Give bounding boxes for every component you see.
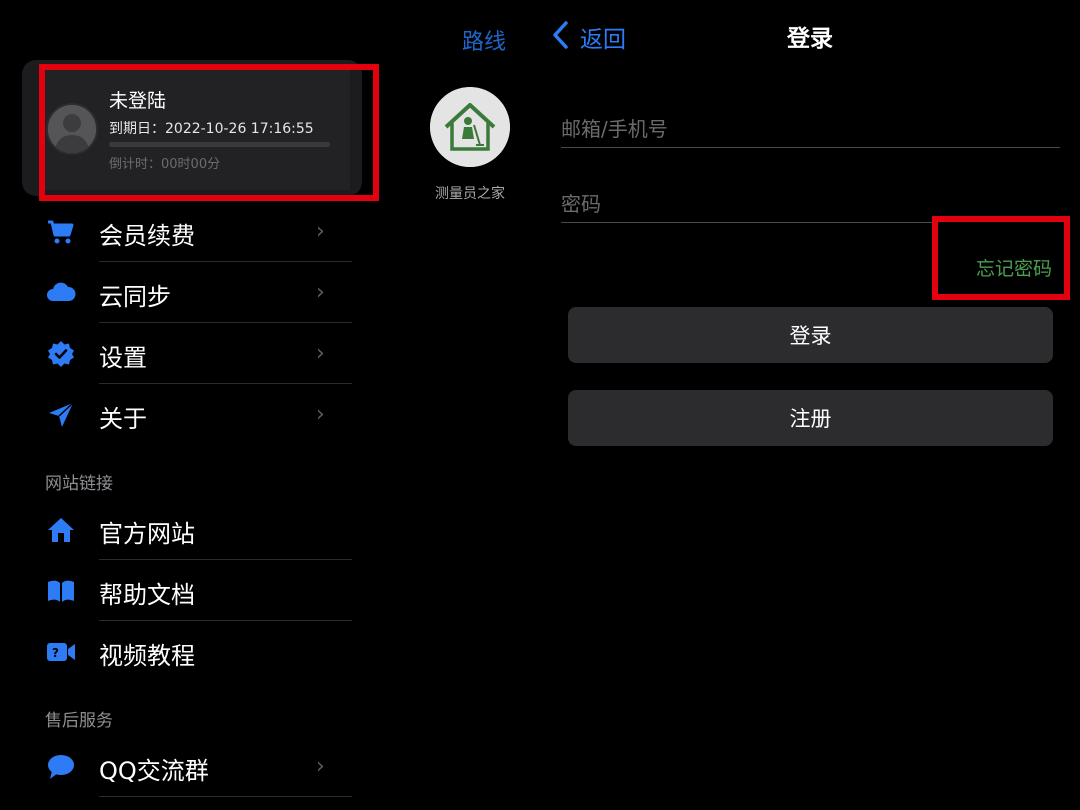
profile-countdown: 倒计时：00时00分 (109, 157, 221, 172)
password-field[interactable] (561, 186, 933, 223)
menu-item-label: 官方网站 (99, 520, 195, 548)
menu-item-cloud-sync[interactable]: 云同步 › (0, 262, 352, 323)
avatar-icon (48, 105, 96, 153)
divider (99, 796, 352, 797)
menu-item-qq-group[interactable]: QQ交流群 › (0, 736, 352, 797)
cloud-icon (46, 279, 76, 307)
menu-item-label: 云同步 (99, 283, 171, 311)
app-logo[interactable] (430, 87, 510, 167)
profile-name: 未登陆 (109, 90, 167, 112)
chevron-right-icon: › (316, 280, 325, 305)
badge-check-icon (46, 340, 76, 368)
app-name: 测量员之家 (435, 186, 505, 202)
profile-progress-bar (109, 142, 330, 147)
chevron-right-icon: › (316, 219, 325, 244)
page-title: 登录 (787, 26, 833, 52)
menu-item-label: 视频教程 (99, 642, 195, 670)
menu-item-label: 关于 (99, 405, 147, 433)
menu-item-label: 会员续费 (99, 222, 195, 250)
menu-item-membership[interactable]: 会员续费 › (0, 201, 352, 262)
menu-item-about[interactable]: 关于 › (0, 384, 352, 445)
chevron-right-icon: › (316, 754, 325, 779)
route-link[interactable]: 路线 (462, 24, 506, 56)
menu-item-video-tutorial[interactable]: ? 视频教程 (0, 621, 352, 682)
register-button[interactable]: 注册 (568, 390, 1053, 446)
section-title-service: 售后服务 (45, 711, 113, 731)
menu-item-settings[interactable]: 设置 › (0, 323, 352, 384)
forgot-password-link[interactable]: 忘记密码 (976, 254, 1052, 281)
section-title-website: 网站链接 (45, 474, 113, 494)
house-logo-icon (430, 87, 510, 167)
home-icon (46, 516, 76, 544)
paper-plane-icon (46, 401, 76, 429)
chevron-left-icon (553, 21, 568, 49)
profile-expiry: 到期日：2022-10-26 17:16:55 (109, 121, 314, 137)
svg-text:?: ? (52, 646, 59, 660)
menu-item-help-docs[interactable]: 帮助文档 (0, 560, 352, 621)
back-label: 返回 (580, 27, 626, 53)
avatar[interactable] (46, 103, 98, 155)
email-phone-field[interactable] (561, 111, 1060, 148)
login-button[interactable]: 登录 (568, 307, 1053, 363)
chevron-right-icon: › (316, 341, 325, 366)
menu-item-label: 帮助文档 (99, 581, 195, 609)
menu-item-label: QQ交流群 (99, 757, 209, 785)
password-input[interactable] (561, 186, 933, 222)
menu-item-label: 设置 (99, 344, 147, 372)
sidebar: 未登陆 到期日：2022-10-26 17:16:55 倒计时：00时00分 会… (0, 0, 380, 810)
chat-bubble-icon (46, 753, 76, 781)
book-icon (46, 577, 76, 605)
video-icon: ? (46, 638, 76, 666)
email-phone-input[interactable] (561, 111, 1060, 147)
cart-icon (46, 218, 76, 246)
menu-item-official-site[interactable]: 官方网站 (0, 499, 352, 560)
chevron-right-icon: › (316, 402, 325, 427)
